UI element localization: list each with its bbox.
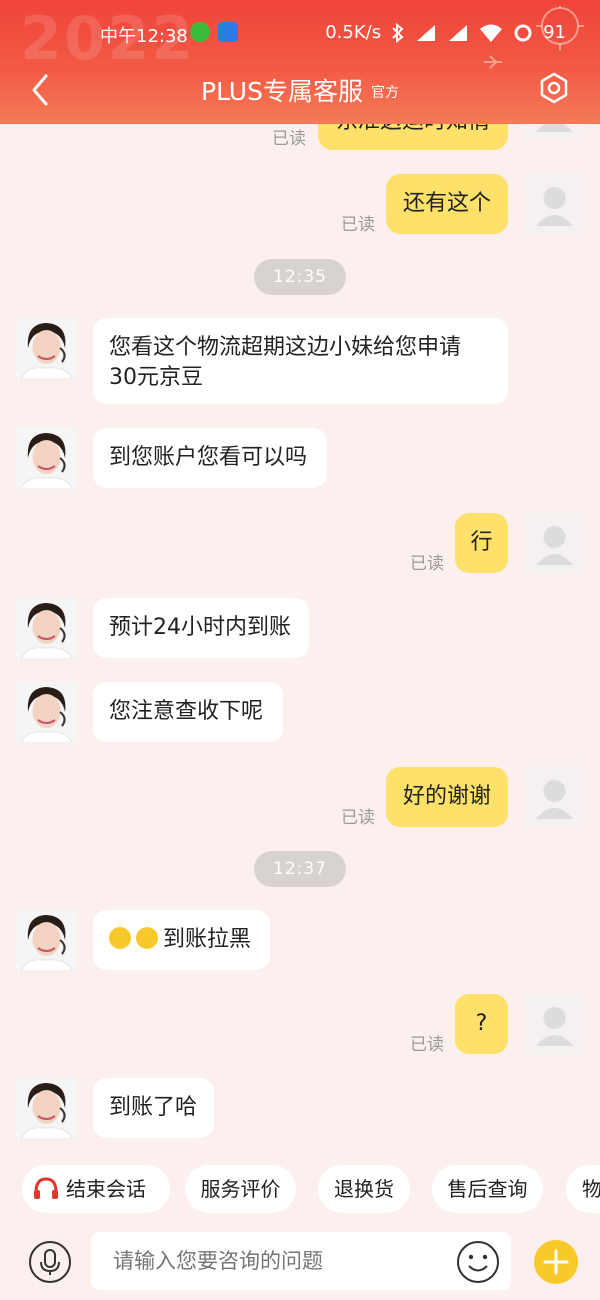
page-title-text: PLUS专属客服 bbox=[201, 77, 363, 106]
agent-avatar-image bbox=[16, 682, 77, 743]
agent-message-bubble[interactable]: 到账了哈 bbox=[93, 1078, 214, 1138]
read-status: 已读 bbox=[410, 554, 444, 574]
agent-message-bubble[interactable]: 您看这个物流超期这边小妹给您申请 30元京豆 bbox=[93, 318, 508, 404]
status-right-group: 0.5K/s 91 bbox=[325, 22, 566, 43]
network-speed: 0.5K/s bbox=[325, 22, 382, 43]
timestamp: 12:35 bbox=[254, 259, 346, 295]
user-avatar-icon bbox=[536, 187, 573, 226]
agent-avatar bbox=[16, 682, 77, 743]
agent-message-bubble[interactable]: 到您账户您看可以吗 bbox=[93, 428, 327, 488]
settings-icon[interactable] bbox=[536, 70, 572, 106]
user-avatar bbox=[524, 767, 585, 828]
microphone-icon[interactable] bbox=[28, 1240, 72, 1284]
agent-message-bubble[interactable]: 预计24小时内到账 bbox=[93, 598, 309, 658]
plus-button[interactable] bbox=[534, 1240, 578, 1284]
page-title: PLUS专属客服 官方 bbox=[0, 72, 600, 108]
headset-icon bbox=[34, 1177, 58, 1199]
user-avatar bbox=[524, 994, 585, 1055]
agent-message-bubble[interactable]: 到账拉黑 bbox=[93, 910, 270, 970]
quick-action-bar: 结束会话 服务评价 退换货 售后查询 物 bbox=[0, 1162, 600, 1218]
read-status: 已读 bbox=[272, 129, 306, 149]
agent-avatar-image bbox=[16, 598, 77, 659]
agent-avatar bbox=[16, 598, 77, 659]
read-status: 已读 bbox=[341, 215, 375, 235]
user-avatar-icon bbox=[536, 1007, 573, 1046]
user-message-bubble[interactable]: 好的谢谢 bbox=[386, 767, 508, 827]
plus-icon bbox=[543, 1249, 569, 1275]
user-message-bubble[interactable]: ? bbox=[455, 994, 508, 1054]
wifi-icon bbox=[480, 24, 503, 42]
user-message-bubble[interactable]: 还有这个 bbox=[386, 174, 508, 234]
read-status: 已读 bbox=[341, 808, 375, 828]
user-avatar-icon bbox=[536, 124, 573, 132]
user-avatar-icon bbox=[536, 526, 573, 565]
timestamp: 12:37 bbox=[254, 851, 346, 887]
agent-avatar bbox=[16, 910, 77, 971]
agent-avatar bbox=[16, 1078, 77, 1139]
bluetooth-icon bbox=[392, 22, 404, 43]
end-session-label: 结束会话 bbox=[66, 1177, 146, 1201]
user-message-bubble[interactable]: 行 bbox=[455, 513, 508, 573]
agent-avatar-image bbox=[16, 1078, 77, 1139]
battery-level: 91 bbox=[543, 22, 566, 43]
user-avatar bbox=[524, 124, 585, 141]
signal-icon bbox=[417, 24, 436, 41]
app-header: 2022 中午12:38 0.5K/s 91 PLUS专属客服 官方 bbox=[0, 0, 600, 124]
return-exchange-chip[interactable]: 退换货 bbox=[318, 1165, 410, 1213]
smile-emoji-icon bbox=[136, 927, 158, 949]
user-avatar bbox=[524, 174, 585, 235]
emoji-icon[interactable] bbox=[456, 1240, 500, 1284]
status-time: 中午12:38 bbox=[100, 26, 188, 47]
message-input[interactable] bbox=[91, 1232, 511, 1290]
user-avatar bbox=[524, 513, 585, 574]
agent-message-bubble[interactable]: 您注意查收下呢 bbox=[93, 682, 283, 742]
read-status: 已读 bbox=[410, 1035, 444, 1055]
agent-avatar bbox=[16, 428, 77, 489]
user-avatar-icon bbox=[536, 780, 573, 819]
rate-service-chip[interactable]: 服务评价 bbox=[185, 1165, 296, 1213]
end-session-chip[interactable]: 结束会话 bbox=[22, 1165, 170, 1213]
agent-avatar-image bbox=[16, 428, 77, 489]
status-bar: 中午12:38 0.5K/s 91 bbox=[0, 0, 600, 62]
after-sales-chip[interactable]: 售后查询 bbox=[432, 1165, 543, 1213]
wechat-notify-icon bbox=[190, 22, 210, 42]
input-bar bbox=[0, 1226, 600, 1300]
chat-area[interactable]: 已读 东准这运时知情 已读 还有这个 12:35 您看这个物流超期这边小妹给您申… bbox=[0, 124, 600, 1154]
agent-avatar bbox=[16, 318, 77, 379]
agent-message-text: 到账拉黑 bbox=[163, 927, 252, 952]
app-notify-icon bbox=[218, 22, 238, 42]
nav-bar: PLUS专属客服 官方 bbox=[0, 62, 600, 118]
agent-avatar-image bbox=[16, 910, 77, 971]
official-badge: 官方 bbox=[370, 85, 399, 101]
user-message-bubble[interactable]: 东准这运时知情 bbox=[318, 124, 508, 150]
logistics-chip[interactable]: 物 bbox=[566, 1165, 600, 1213]
agent-avatar-image bbox=[16, 318, 77, 379]
signal-icon-2 bbox=[449, 24, 468, 41]
battery-ring-icon bbox=[514, 24, 532, 41]
smile-emoji-icon bbox=[109, 927, 131, 949]
